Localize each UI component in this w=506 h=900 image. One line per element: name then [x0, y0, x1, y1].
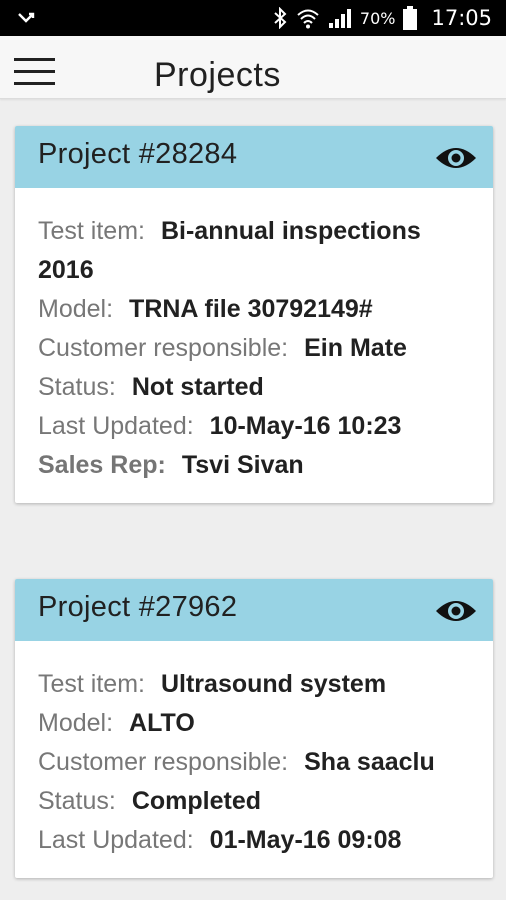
battery-icon — [403, 6, 418, 30]
status-time: 17:05 — [431, 6, 492, 30]
status-bar: 70% 17:05 — [0, 0, 506, 36]
eye-icon[interactable] — [435, 597, 477, 625]
customer-row: Customer responsible: Sha saaclu — [38, 743, 470, 782]
customer-label: Customer responsible: — [38, 748, 289, 776]
check-arrow-icon — [18, 12, 35, 23]
model-value: ALTO — [129, 709, 195, 737]
project-details: Test item: Bi-annual inspections 2016 Mod… — [15, 188, 493, 503]
last-updated-label: Last Updated: — [38, 412, 194, 440]
battery-percent: 70% — [359, 8, 396, 28]
status-value: Not started — [131, 373, 264, 401]
status-label: Status: — [38, 373, 116, 401]
status-value: Completed — [131, 787, 262, 815]
last-updated-row: Last Updated: 10-May-16 10:23 — [38, 407, 470, 446]
status-row: Status: Not started — [38, 368, 470, 407]
project-card[interactable]: Project #27962 Test item: Ultrasound syst… — [15, 579, 493, 878]
test-item-label: Test item: — [38, 217, 145, 245]
customer-value: Sha saaclu — [304, 748, 435, 776]
app-bar: Projects — [0, 36, 506, 99]
sales-rep-row: Sales Rep: Tsvi Sivan — [38, 446, 470, 485]
status-label: Status: — [38, 787, 116, 815]
test-item-label: Test item: — [38, 670, 145, 698]
model-label: Model: — [38, 709, 114, 737]
model-row: Model: TRNA file 30792149# — [38, 290, 470, 329]
last-updated-value: 10-May-16 10:23 — [209, 412, 402, 440]
project-details: Test item: Ultrasound system Model: ALTO C… — [15, 641, 493, 878]
test-item-row: Test item: Bi-annual inspections 2016 — [38, 212, 470, 290]
model-label: Model: — [38, 295, 114, 323]
last-updated-value: 01-May-16 09:08 — [209, 826, 402, 854]
status-row: Status: Completed — [38, 782, 470, 821]
eye-icon[interactable] — [435, 144, 477, 172]
status-icons: 70% 17:05 — [272, 0, 492, 36]
project-title: Project #27962 — [38, 591, 238, 623]
bluetooth-icon — [274, 7, 287, 29]
wifi-icon — [297, 9, 319, 29]
project-card-header: Project #28284 — [15, 126, 493, 188]
test-item-value: Ultrasound system — [160, 670, 387, 698]
project-title: Project #28284 — [38, 138, 238, 170]
customer-row: Customer responsible: Ein Mate — [38, 329, 470, 368]
last-updated-label: Last Updated: — [38, 826, 194, 854]
last-updated-row: Last Updated: 01-May-16 09:08 — [38, 821, 470, 860]
project-card[interactable]: Project #28284 Test item: Bi-annual inspe… — [15, 126, 493, 503]
customer-label: Customer responsible: — [38, 334, 289, 362]
test-item-row: Test item: Ultrasound system — [38, 665, 470, 704]
sales-rep-value: Tsvi Sivan — [181, 451, 304, 479]
hamburger-menu-icon[interactable] — [14, 58, 56, 88]
project-card-header: Project #27962 — [15, 579, 493, 641]
signal-icon — [328, 9, 351, 28]
sales-rep-label: Sales Rep: — [38, 451, 166, 479]
model-value: TRNA file 30792149# — [129, 295, 373, 323]
page-title: Projects — [154, 56, 281, 94]
projects-screen: 70% 17:05 Projects Project #28284 Test i… — [0, 0, 506, 900]
model-row: Model: ALTO — [38, 704, 470, 743]
customer-value: Ein Mate — [304, 334, 407, 362]
